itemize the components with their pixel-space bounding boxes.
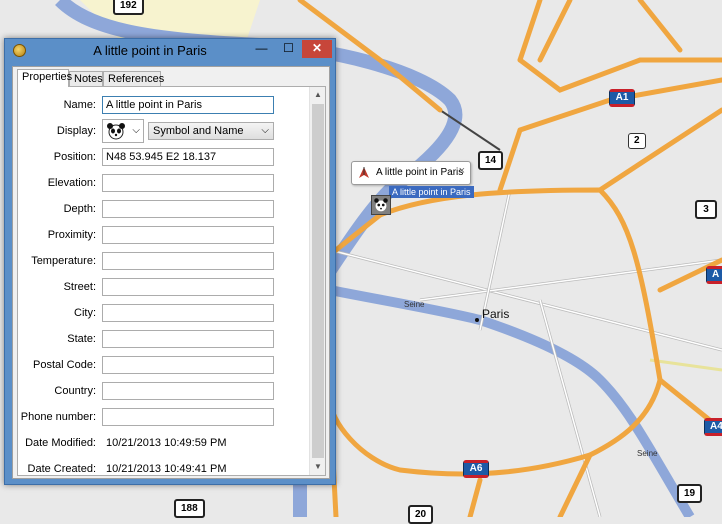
elevation-input[interactable]	[102, 174, 274, 192]
minimize-button[interactable]: —	[248, 40, 275, 58]
route-shield-20: 20	[408, 505, 434, 524]
country-label: Country:	[54, 385, 96, 397]
chevron-down-icon: ⌵	[261, 125, 269, 136]
date-created-value: 10/21/2013 10:49:41 PM	[106, 463, 227, 475]
waypoint-popup[interactable]: A little point in Paris ×	[351, 161, 471, 185]
waypoint-marker-panda-icon[interactable]	[371, 195, 391, 215]
temperature-label: Temperature:	[31, 255, 96, 267]
phone-input[interactable]	[102, 408, 274, 426]
waypoint-flag-icon	[359, 167, 369, 178]
position-label: Position:	[53, 151, 96, 163]
scroll-up-arrow-icon[interactable]: ▲	[310, 87, 326, 103]
depth-input[interactable]	[102, 200, 274, 218]
route-shield-192: 192	[113, 0, 144, 15]
position-input[interactable]: N48 53.945 E2 18.137	[102, 148, 274, 166]
dialog-titlebar[interactable]: A little point in Paris — ☐ ✕	[5, 39, 335, 64]
row-name: Name: A little point in Paris	[18, 96, 309, 114]
phone-label: Phone number:	[20, 411, 96, 423]
row-country: Country:	[18, 382, 309, 400]
state-label: State:	[67, 333, 96, 345]
close-button[interactable]: ✕	[302, 40, 332, 58]
waypoint-popup-title: A little point in Paris	[376, 167, 464, 178]
temperature-input[interactable]	[102, 252, 274, 270]
display-mode-value: Symbol and Name	[153, 125, 244, 137]
route-shield-a1: A1	[609, 89, 635, 107]
properties-panel: Name: A little point in Paris Display: ⌵…	[17, 86, 326, 476]
date-created-label: Date Created:	[27, 463, 96, 475]
route-shield-14: 14	[478, 151, 504, 170]
row-phone: Phone number:	[18, 408, 309, 426]
street-label: Street:	[63, 281, 96, 293]
date-modified-label: Date Modified:	[25, 437, 96, 449]
vertical-scrollbar[interactable]: ▲ ▼	[309, 87, 325, 475]
symbol-picker[interactable]: ⌵	[102, 119, 144, 143]
row-display: Display: ⌵ Symbol and Name ⌵	[18, 119, 309, 143]
app-icon	[13, 44, 26, 57]
waypoint-properties-dialog: A little point in Paris — ☐ ✕ Properties…	[4, 38, 336, 485]
tab-properties[interactable]: Properties	[17, 69, 72, 87]
name-label: Name:	[63, 99, 96, 111]
river-label: Seine	[637, 449, 658, 458]
city-dot	[475, 318, 479, 322]
state-input[interactable]	[102, 330, 274, 348]
route-shield-19: 19	[677, 484, 703, 503]
city-label: City:	[74, 307, 96, 319]
city-input[interactable]	[102, 304, 274, 322]
row-city: City:	[18, 304, 309, 322]
dialog-title: A little point in Paris	[93, 43, 207, 58]
row-temperature: Temperature:	[18, 252, 309, 270]
street-input[interactable]	[102, 278, 274, 296]
depth-label: Depth:	[63, 203, 96, 215]
display-label: Display:	[56, 125, 96, 137]
route-shield-188: 188	[174, 499, 205, 518]
name-input[interactable]: A little point in Paris	[102, 96, 274, 114]
row-depth: Depth:	[18, 200, 309, 218]
route-shield-3: 3	[695, 200, 717, 219]
dialog-body: Properties Notes References Name: A litt…	[12, 66, 330, 479]
tab-notes[interactable]: Notes	[69, 71, 103, 87]
elevation-label: Elevation:	[47, 177, 96, 189]
close-icon[interactable]: ×	[459, 165, 465, 177]
properties-form: Name: A little point in Paris Display: ⌵…	[18, 87, 309, 475]
route-shield-a4: A4	[704, 418, 722, 436]
panda-icon	[107, 123, 125, 140]
proximity-input[interactable]	[102, 226, 274, 244]
country-input[interactable]	[102, 382, 274, 400]
postal-code-label: Postal Code:	[33, 359, 96, 371]
row-state: State:	[18, 330, 309, 348]
scrollbar-thumb[interactable]	[312, 104, 324, 458]
city-label-paris[interactable]: Paris	[482, 307, 509, 321]
scroll-down-arrow-icon[interactable]: ▼	[310, 459, 326, 475]
date-modified-value: 10/21/2013 10:49:59 PM	[106, 437, 227, 449]
row-date-created: Date Created: 10/21/2013 10:49:41 PM	[18, 460, 309, 478]
row-position: Position: N48 53.945 E2 18.137	[18, 148, 309, 166]
display-mode-select[interactable]: Symbol and Name ⌵	[148, 122, 274, 140]
row-postal-code: Postal Code:	[18, 356, 309, 374]
tab-references[interactable]: References	[103, 71, 164, 87]
waypoint-map-label[interactable]: A little point in Paris	[389, 186, 474, 198]
maximize-button[interactable]: ☐	[275, 40, 302, 58]
chevron-down-icon: ⌵	[132, 125, 140, 136]
proximity-label: Proximity:	[47, 229, 96, 241]
row-elevation: Elevation:	[18, 174, 309, 192]
row-street: Street:	[18, 278, 309, 296]
route-shield-a: A	[706, 266, 722, 284]
row-proximity: Proximity:	[18, 226, 309, 244]
row-date-modified: Date Modified: 10/21/2013 10:49:59 PM	[18, 434, 309, 452]
route-shield-a6: A6	[463, 460, 489, 478]
river-label: Seine	[404, 300, 425, 309]
route-shield-2: 2	[628, 133, 646, 149]
postal-code-input[interactable]	[102, 356, 274, 374]
